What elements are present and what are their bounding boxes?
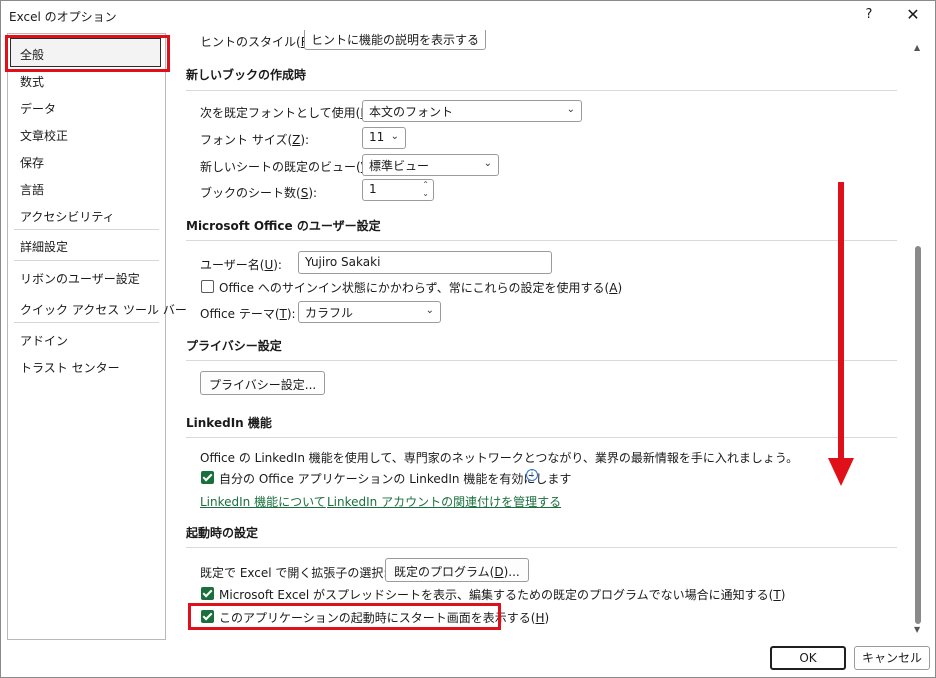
sheet-count-spinner[interactable]: 1 ⌃ ⌄ (362, 179, 434, 201)
nav-item-advanced[interactable]: 詳細設定 (20, 238, 68, 255)
nav-divider (14, 260, 159, 261)
font-size-label: フォント サイズ(Z): (200, 133, 310, 147)
scroll-down-arrow-annotation (828, 182, 854, 486)
nav-item-proofing[interactable]: 文章校正 (20, 127, 68, 144)
nav-item-accessibility[interactable]: アクセシビリティ (20, 208, 115, 225)
office-theme-combo[interactable]: カラフル ⌄ (298, 301, 441, 323)
privacy-settings-button[interactable]: プライバシー設定... (200, 371, 326, 395)
always-use-values-checkbox[interactable] (201, 280, 214, 293)
nav-divider (14, 229, 159, 230)
section-title-linkedin: LinkedIn 機能 (186, 416, 272, 430)
nav-item-data[interactable]: データ (20, 100, 56, 117)
linkedin-enable-label: 自分の Office アプリケーションの LinkedIn 機能を有効にします (219, 472, 572, 486)
section-divider (186, 547, 897, 548)
nav-item-quick-access-toolbar[interactable]: クイック アクセス ツール バー (20, 301, 187, 318)
chevron-down-icon: ⌄ (566, 104, 575, 115)
section-title-startup: 起動時の設定 (186, 526, 259, 540)
nav-item-save[interactable]: 保存 (20, 154, 44, 171)
font-size-combo[interactable]: 11 ⌄ (362, 127, 406, 149)
linkedin-enable-checkbox[interactable] (201, 471, 214, 484)
cancel-button[interactable]: キャンセル (854, 646, 930, 670)
section-title-new-workbook: 新しいブックの作成時 (186, 68, 307, 82)
section-divider (186, 240, 897, 241)
section-divider (186, 90, 897, 91)
nav-item-addins[interactable]: アドイン (20, 332, 68, 349)
vertical-scrollbar[interactable]: ▲ ▼ (911, 33, 926, 640)
default-font-label: 次を既定フォントとして使用(N): (200, 106, 378, 120)
linkedin-about-link[interactable]: LinkedIn 機能について (200, 493, 326, 510)
section-title-user-settings: Microsoft Office のユーザー設定 (186, 219, 381, 233)
sheet-count-label: ブックのシート数(S): (200, 186, 318, 200)
scroll-down-icon[interactable]: ▼ (914, 625, 920, 634)
info-icon[interactable]: i (526, 469, 538, 481)
nav-divider (14, 322, 159, 323)
linkedin-description: Office の LinkedIn 機能を使用して、専門家のネットワークとつなが… (200, 451, 799, 465)
chevron-down-icon: ⌄ (425, 305, 434, 316)
section-title-privacy: プライバシー設定 (186, 339, 282, 353)
linkedin-manage-link[interactable]: LinkedIn アカウントの関連付けを管理する (327, 493, 561, 510)
extensions-label: 既定で Excel で開く拡張子の選択: (200, 566, 388, 580)
chevron-down-icon: ⌄ (470, 32, 479, 43)
user-name-label: ユーザー名(U): (200, 258, 282, 272)
notify-default-program-label: Microsoft Excel がスプレッドシートを表示、編集するための既定のプ… (219, 588, 786, 602)
section-divider (186, 437, 897, 438)
chevron-down-icon: ⌄ (390, 131, 399, 142)
default-view-combo[interactable]: 標準ビュー ⌄ (362, 154, 499, 176)
annotation-highlight-start-screen (188, 603, 501, 630)
screentip-style-label: ヒントのスタイル(R): (200, 35, 318, 49)
close-button[interactable]: ✕ (901, 5, 925, 25)
scroll-up-icon[interactable]: ▲ (914, 43, 920, 52)
nav-item-customize-ribbon[interactable]: リボンのユーザー設定 (20, 270, 140, 287)
default-font-combo[interactable]: 本文のフォント ⌄ (362, 100, 582, 122)
screentip-style-combo[interactable]: ヒントに機能の説明を表示する ⌄ (304, 30, 486, 50)
annotation-highlight-general (5, 35, 170, 72)
user-name-input[interactable]: Yujiro Sakaki (298, 251, 552, 274)
notify-default-program-checkbox[interactable] (201, 587, 214, 600)
help-button[interactable]: ? (859, 5, 879, 25)
options-nav: 全般 数式 データ 文章校正 保存 言語 アクセシビリティ 詳細設定 リボンのユ… (7, 33, 187, 640)
default-view-label: 新しいシートの既定のビュー(V): (200, 160, 378, 174)
nav-item-formulas[interactable]: 数式 (20, 73, 44, 90)
default-programs-button[interactable]: 既定のプログラム(D)... (385, 558, 529, 582)
office-theme-label: Office テーマ(T): (200, 307, 296, 321)
dialog-title: Excel のオプション (9, 10, 117, 24)
nav-item-language[interactable]: 言語 (20, 181, 44, 198)
spinner-arrows-icon[interactable]: ⌃ ⌄ (422, 180, 429, 198)
scrollbar-thumb[interactable] (915, 246, 921, 624)
chevron-down-icon: ⌄ (483, 158, 492, 169)
always-use-values-label: Office へのサインイン状態にかかわらず、常にこれらの設定を使用する(A) (219, 281, 623, 295)
title-bar: Excel のオプション ? ✕ (1, 1, 935, 31)
ok-button[interactable]: OK (770, 646, 846, 670)
section-divider (186, 360, 897, 361)
options-content: ヒントのスタイル(R): ヒントに機能の説明を表示する⌄ 新しいブックの作成時 … (176, 30, 911, 640)
nav-item-trust-center[interactable]: トラスト センター (20, 359, 120, 376)
